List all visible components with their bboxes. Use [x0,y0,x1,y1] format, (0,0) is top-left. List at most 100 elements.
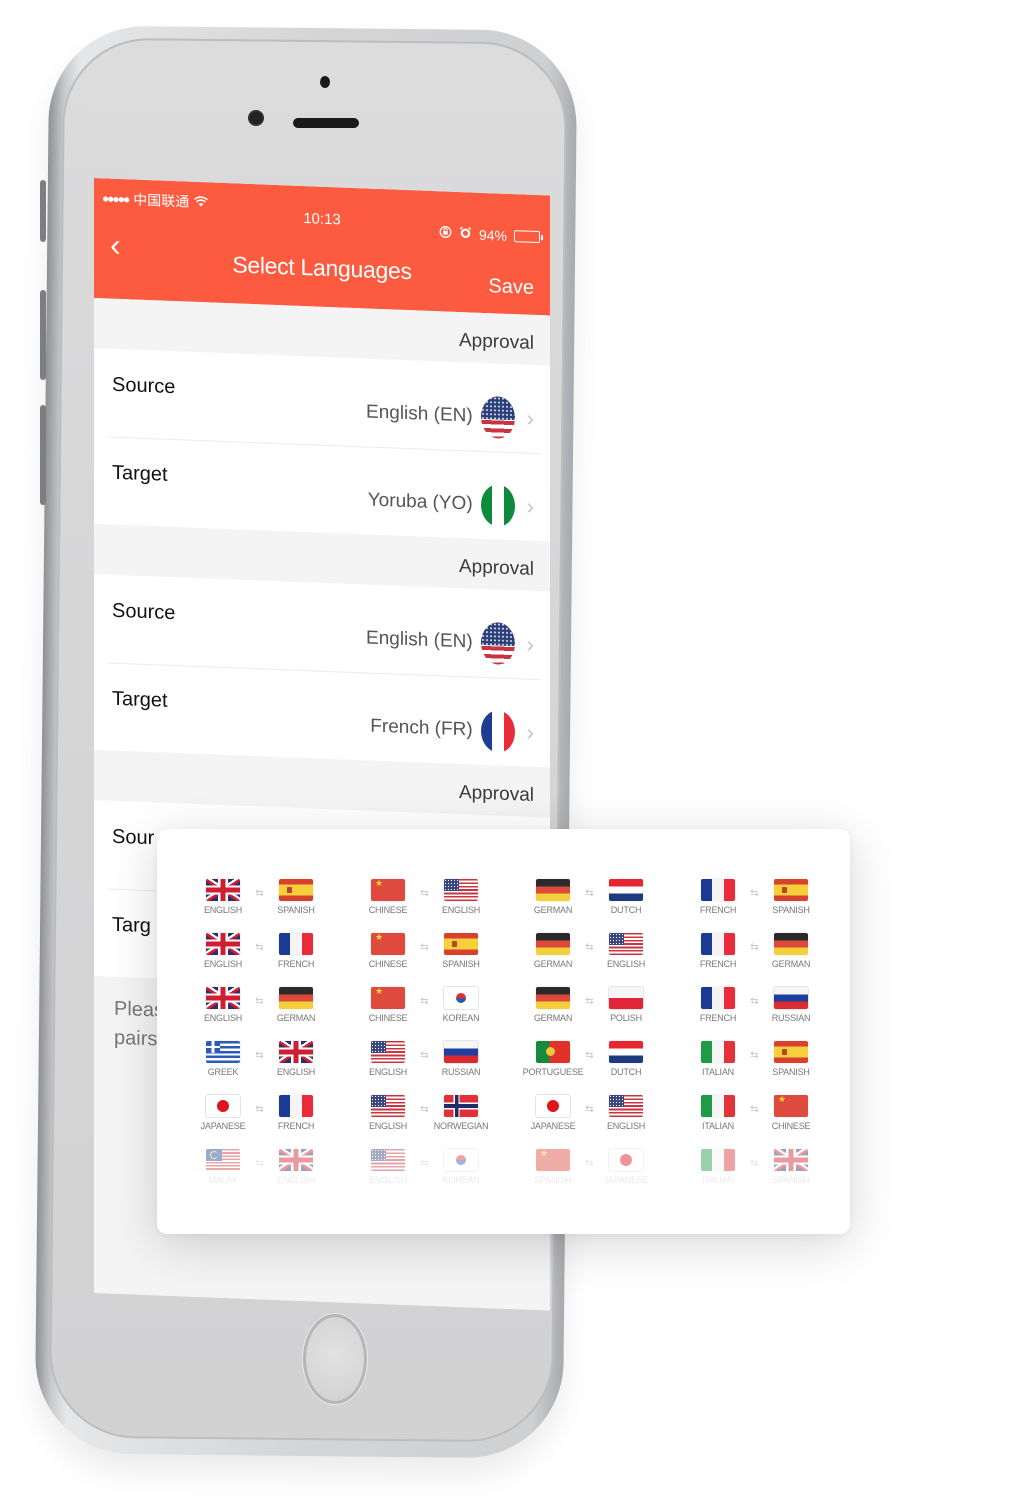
swap-arrows-icon: ⇆ [255,888,264,899]
language-label: ENGLISH [368,1067,408,1077]
swap-arrows-icon: ⇆ [420,1050,429,1061]
battery-percent: 94% [478,226,507,244]
pl-flag-icon [609,987,643,1009]
home-button[interactable] [303,1314,367,1404]
language-pair[interactable]: GERMAN ⇆ ENGLISH [523,933,688,973]
from-language: ENGLISH [358,1041,418,1077]
cn-flag-icon [774,1095,808,1117]
language-pair[interactable]: ITALIAN ⇆ CHINESE [688,1095,853,1135]
language-label: JAPANESE [200,1121,246,1131]
volume-down-button [40,405,46,505]
language-pairs-card: ENGLISH ⇆ SPANISH CHINESE ⇆ ENGLISH GERMAN ⇆ DUT… [157,829,850,1234]
language-pair[interactable]: ITALIAN ⇆ SPANISH [688,1041,853,1081]
language-label: FRENCH [699,905,737,915]
to-language: ENGLISH [266,1149,326,1185]
from-language: GREEK [193,1041,253,1077]
from-language: MALAY [193,1149,253,1185]
language-pair[interactable]: FRENCH ⇆ SPANISH [688,879,853,919]
fr-flag-icon [279,933,313,955]
row-label: Source [112,373,176,398]
swap-arrows-icon: ⇆ [585,1104,594,1115]
language-label: ENGLISH [276,1067,316,1077]
language-label: CHINESE [368,905,408,915]
language-pair[interactable]: FRENCH ⇆ GERMAN [688,933,853,973]
swap-arrows-icon: ⇆ [255,942,264,953]
chevron-right-icon: › [526,631,534,657]
battery-icon [514,230,540,244]
language-pair[interactable]: JAPANESE ⇆ ENGLISH [523,1095,688,1135]
de-flag-icon [774,933,808,955]
language-pair[interactable]: FRENCH ⇆ RUSSIAN [688,987,853,1027]
language-label: SPANISH [772,1175,810,1185]
language-label: GREEK [207,1067,239,1077]
volume-up-button [40,290,46,380]
language-label: POLISH [610,1013,642,1023]
row-label: Source [112,599,176,624]
language-label: JAPANESE [530,1121,576,1131]
uk-flag-icon [279,1041,313,1063]
swap-arrows-icon: ⇆ [420,996,429,1007]
to-language: KOREAN [431,987,491,1023]
language-pair[interactable]: ENGLISH ⇆ NORWEGIAN [358,1095,523,1135]
from-language: ITALIAN [688,1095,748,1131]
language-label: ENGLISH [368,1121,408,1131]
row-label: Sour [112,825,155,849]
language-label: GERMAN [771,959,811,969]
from-language: SPANISH [523,1149,583,1185]
swap-arrows-icon: ⇆ [750,1050,759,1061]
de-flag-icon [536,987,570,1009]
language-pair[interactable]: ENGLISH ⇆ KOREAN [358,1149,523,1189]
kr-flag-icon [444,987,478,1009]
cn-flag-icon [371,987,405,1009]
swap-arrows-icon: ⇆ [255,1050,264,1061]
de-flag-icon [536,879,570,901]
language-label: ITALIAN [702,1067,734,1077]
language-pair[interactable]: GERMAN ⇆ DUTCH [523,879,688,919]
language-pair[interactable]: SPANISH ⇆ JAPANESE [523,1149,688,1189]
language-pair[interactable]: ENGLISH ⇆ RUSSIAN [358,1041,523,1081]
fr-flag-icon [701,987,735,1009]
swap-arrows-icon: ⇆ [420,942,429,953]
language-label: DUTCH [610,905,642,915]
swap-arrows-icon: ⇆ [750,996,759,1007]
language-pair[interactable]: JAPANESE ⇆ FRENCH [193,1095,358,1135]
selected-language: Yoruba (YO) [367,489,473,515]
language-label: SPANISH [772,1067,810,1077]
language-pair[interactable]: CHINESE ⇆ ENGLISH [358,879,523,919]
row-label: Target [112,461,168,486]
language-pair[interactable]: ENGLISH ⇆ SPANISH [193,879,358,919]
language-label: ENGLISH [368,1175,408,1185]
language-pair[interactable]: CHINESE ⇆ SPANISH [358,933,523,973]
language-pair[interactable]: ITALIAN ⇆ SPANISH [688,1149,853,1189]
ru-flag-icon [774,987,808,1009]
to-language: POLISH [596,987,656,1023]
language-pair[interactable]: MALAY ⇆ ENGLISH [193,1149,358,1189]
from-language: CHINESE [358,879,418,915]
es-flag-icon [774,1041,808,1063]
language-pair[interactable]: ENGLISH ⇆ GERMAN [193,987,358,1027]
us-flag-icon [371,1149,405,1171]
from-language: GERMAN [523,987,583,1023]
navigation-bar: ●●●●● 中国联通 10:13 94% ‹ Select Languages … [94,178,550,316]
to-language: RUSSIAN [431,1041,491,1077]
chevron-right-icon: › [526,493,534,519]
es-flag-icon [444,933,478,955]
language-pair[interactable]: GREEK ⇆ ENGLISH [193,1041,358,1081]
es-flag-icon [774,879,808,901]
language-pair[interactable]: GERMAN ⇆ POLISH [523,987,688,1027]
to-language: KOREAN [431,1149,491,1185]
language-label: FRENCH [699,959,737,969]
language-label: FRENCH [277,959,315,969]
language-pair[interactable]: ENGLISH ⇆ FRENCH [193,933,358,973]
to-language: FRENCH [266,1095,326,1131]
row-label: Target [112,687,168,712]
row-value-group: English (EN) › [366,617,534,666]
language-pair[interactable]: CHINESE ⇆ KOREAN [358,987,523,1027]
uk-flag-icon [774,1149,808,1171]
to-language: GERMAN [266,987,326,1023]
language-pair[interactable]: PORTUGUESE ⇆ DUTCH [523,1041,688,1081]
from-language: FRENCH [688,987,748,1023]
save-button[interactable]: Save [488,275,534,300]
section-header-label: Approval [459,782,534,806]
to-language: RUSSIAN [761,987,821,1023]
